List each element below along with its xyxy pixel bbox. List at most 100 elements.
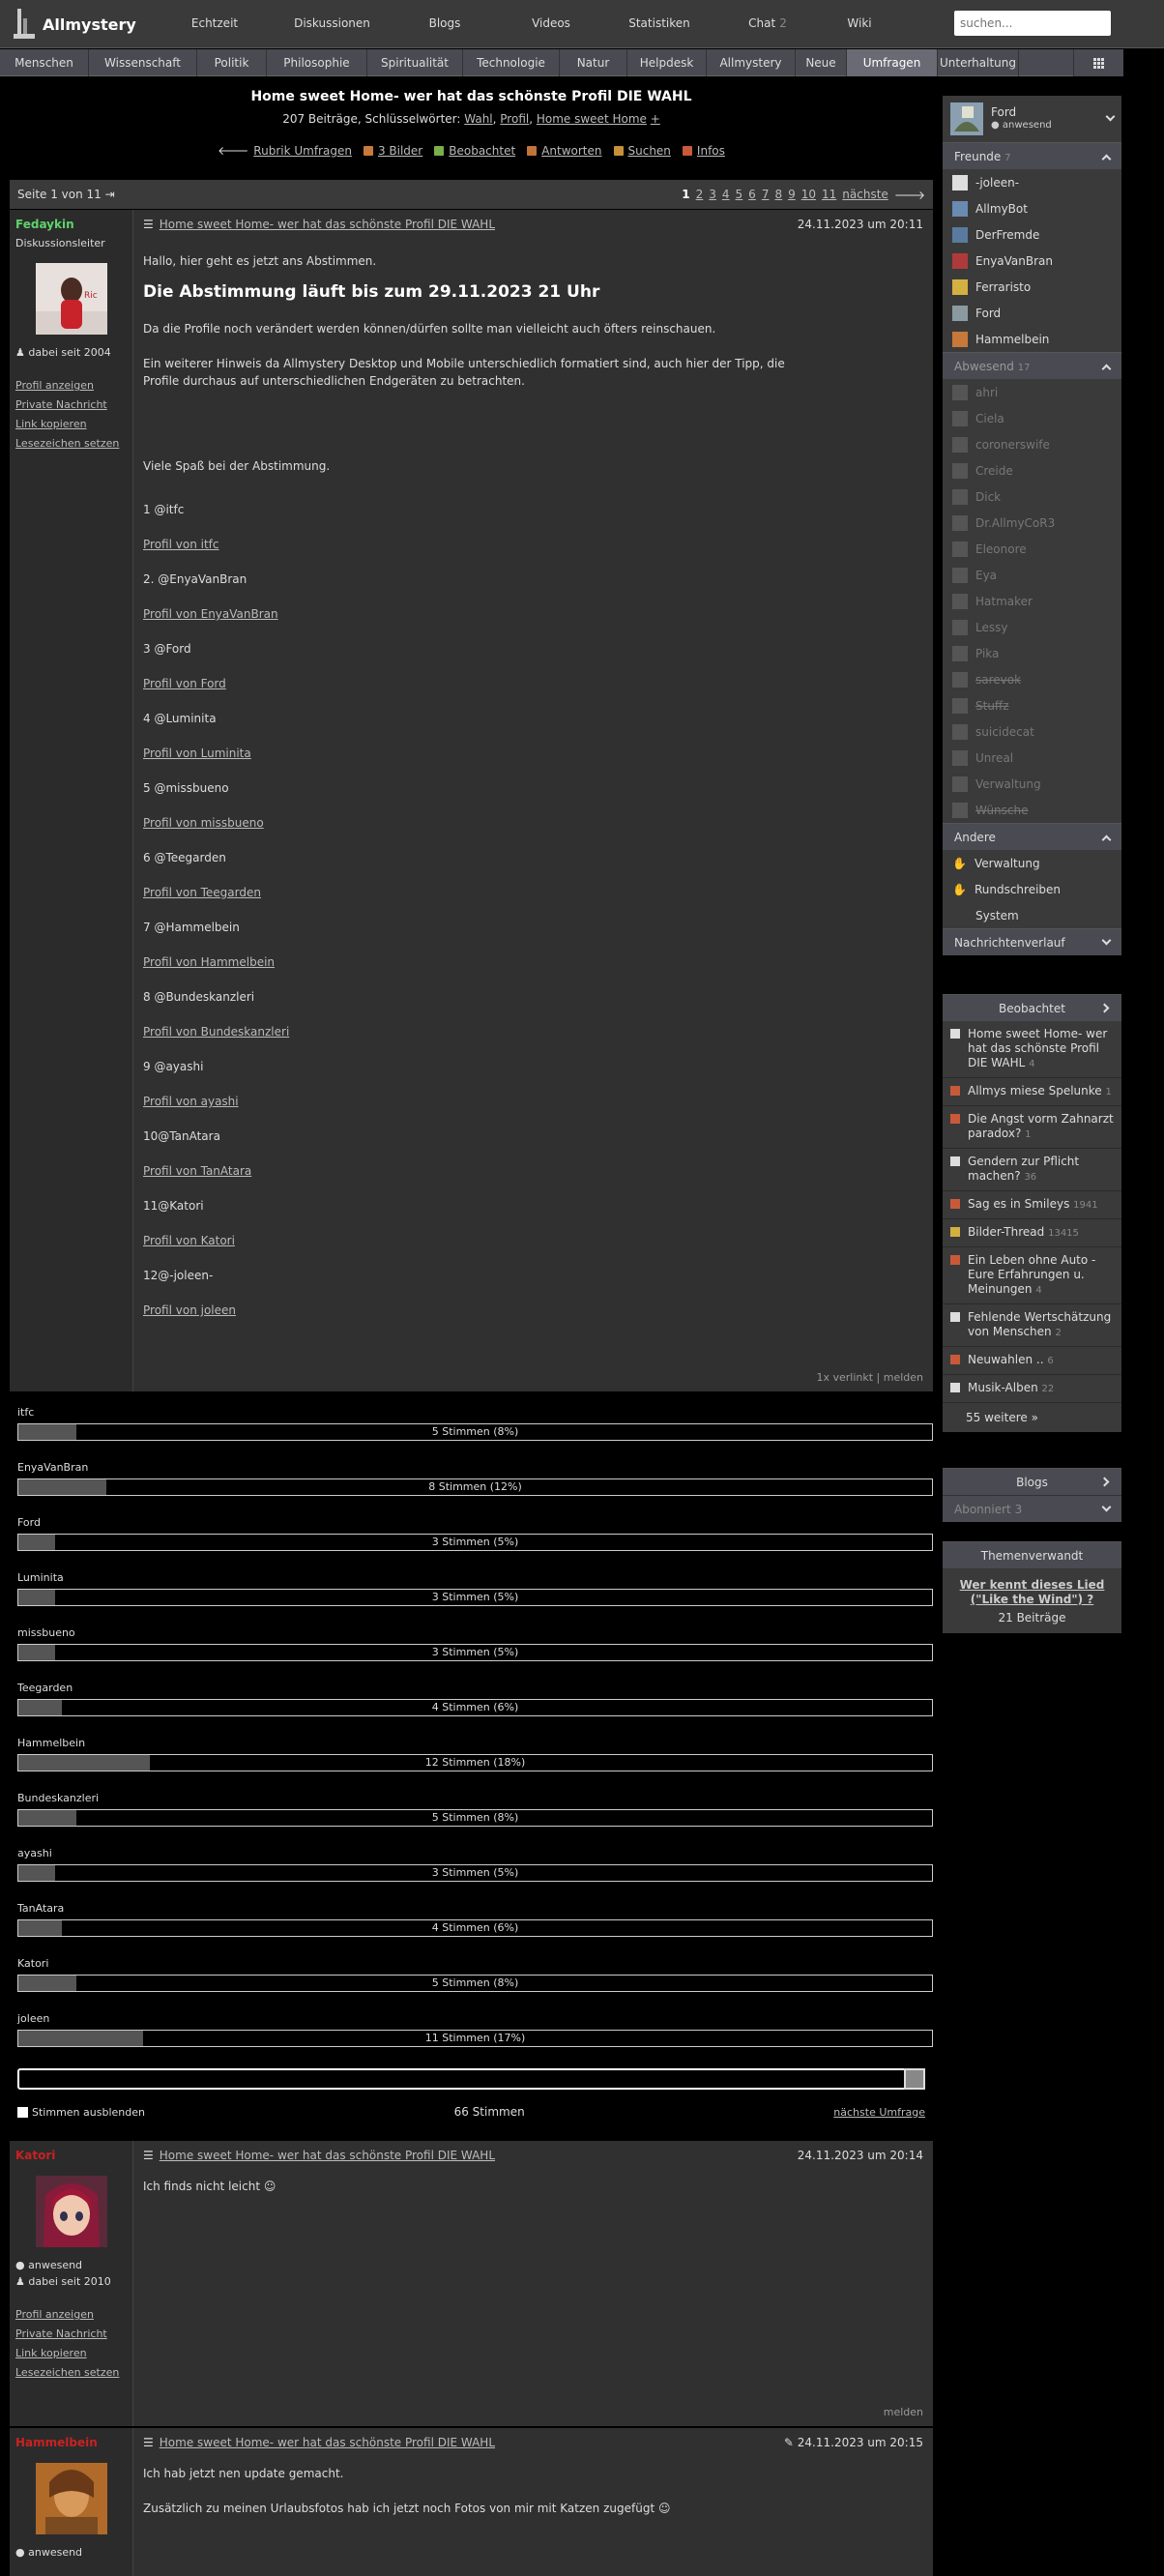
author-avatar[interactable] xyxy=(35,2463,107,2534)
page-10[interactable]: 10 xyxy=(801,188,816,201)
profile-link[interactable]: Profil von Luminita xyxy=(143,745,923,762)
page-11[interactable]: 11 xyxy=(822,188,836,201)
page-1[interactable]: 1 xyxy=(682,188,689,201)
friends-header[interactable]: Freunde 7 xyxy=(943,142,1121,169)
private-message-link[interactable]: Private Nachricht xyxy=(15,398,107,411)
absent-item[interactable]: ahri xyxy=(943,379,1121,405)
friend-item[interactable]: AllmyBot xyxy=(943,195,1121,221)
author-name[interactable]: Fedaykin xyxy=(15,218,127,231)
current-user[interactable]: Ford ● anwesend xyxy=(943,96,1121,142)
watched-item[interactable]: Bilder-Thread 13415 xyxy=(943,1219,1121,1247)
absent-item[interactable]: suicidecat xyxy=(943,718,1121,745)
search-input[interactable] xyxy=(954,11,1111,36)
absent-item[interactable]: Dick xyxy=(943,483,1121,510)
absent-item[interactable]: Hatmaker xyxy=(943,588,1121,614)
absent-item[interactable]: Dr.AllmyCoR3 xyxy=(943,510,1121,536)
nav-wiki[interactable]: Wiki xyxy=(821,16,898,30)
page-6[interactable]: 6 xyxy=(748,188,756,201)
cat-natur[interactable]: Natur xyxy=(560,49,627,76)
nav-echtzeit[interactable]: Echtzeit xyxy=(157,16,273,30)
last-page-icon[interactable]: ⇥ xyxy=(105,188,115,201)
profile-link[interactable]: Profil anzeigen xyxy=(15,379,94,392)
nav-chat[interactable]: Chat 2 xyxy=(714,16,821,30)
absent-item[interactable]: Unreal xyxy=(943,745,1121,771)
profile-link[interactable]: Profil von Hammelbein xyxy=(143,953,923,971)
link-rubrik[interactable]: 🡐 Rubrik Umfragen xyxy=(218,143,352,159)
link-bilder[interactable]: 3 Bilder xyxy=(363,143,422,158)
more-watched-link[interactable]: 55 weitere » xyxy=(943,1403,1121,1432)
bookmark-link[interactable]: Lesezeichen setzen xyxy=(15,2366,119,2379)
page-9[interactable]: 9 xyxy=(788,188,796,201)
subscribed-header[interactable]: Abonniert 3 xyxy=(943,1495,1121,1522)
profile-link[interactable]: Profil von Ford xyxy=(143,675,923,692)
profile-link[interactable]: Profil von TanAtara xyxy=(143,1162,923,1180)
absent-item[interactable]: Lessy xyxy=(943,614,1121,640)
cat-politik[interactable]: Politik xyxy=(197,49,267,76)
arrow-right-icon[interactable]: 🡒 xyxy=(894,188,925,202)
next-poll-link[interactable]: nächste Umfrage xyxy=(833,2106,925,2119)
logo[interactable]: Allmystery xyxy=(14,9,136,40)
profile-link[interactable]: Profil von Katori xyxy=(143,1232,923,1249)
copy-link[interactable]: Link kopieren xyxy=(15,418,87,430)
absent-item[interactable]: Eleonore xyxy=(943,536,1121,562)
cat-philosophie[interactable]: Philosophie xyxy=(267,49,367,76)
other-item[interactable]: System xyxy=(943,902,1121,928)
watched-item[interactable]: Fehlende Wertschätzung von Menschen 2 xyxy=(943,1304,1121,1347)
absent-item[interactable]: Wünsche xyxy=(943,797,1121,823)
cat-helpdesk[interactable]: Helpdesk xyxy=(627,49,707,76)
nav-diskussionen[interactable]: Diskussionen xyxy=(273,16,392,30)
post-title-link[interactable]: Home sweet Home- wer hat das schönste Pr… xyxy=(160,2149,495,2162)
friend-item[interactable]: -joleen- xyxy=(943,169,1121,195)
other-item[interactable]: ✋ Verwaltung xyxy=(943,850,1121,876)
post-title-link[interactable]: Home sweet Home- wer hat das schönste Pr… xyxy=(160,2436,495,2449)
bookmark-link[interactable]: Lesezeichen setzen xyxy=(15,437,119,450)
watched-item[interactable]: Allmys miese Spelunke 1 xyxy=(943,1078,1121,1106)
cat-wissenschaft[interactable]: Wissenschaft xyxy=(89,49,197,76)
history-header[interactable]: Nachrichtenverlauf xyxy=(943,928,1121,955)
keywords-more-link[interactable]: + xyxy=(651,112,660,126)
profile-link[interactable]: Profil von itfc xyxy=(143,536,923,553)
cat-neue[interactable]: Neue xyxy=(796,49,847,76)
copy-link[interactable]: Link kopieren xyxy=(15,2347,87,2359)
absent-item[interactable]: coronerswife xyxy=(943,431,1121,457)
absent-item[interactable]: Pika xyxy=(943,640,1121,666)
other-item[interactable]: ✋ Rundschreiben xyxy=(943,876,1121,902)
watched-item[interactable]: Gendern zur Pflicht machen? 36 xyxy=(943,1149,1121,1191)
friend-item[interactable]: EnyaVanBran xyxy=(943,248,1121,274)
link-beobachtet[interactable]: Beobachtet xyxy=(434,143,515,158)
author-name[interactable]: Katori xyxy=(15,2149,127,2162)
keyword-link[interactable]: Wahl xyxy=(464,112,492,126)
watched-item[interactable]: Musik-Alben 22 xyxy=(943,1375,1121,1403)
checkbox[interactable] xyxy=(17,2106,28,2118)
nav-statistiken[interactable]: Statistiken xyxy=(604,16,714,30)
page-2[interactable]: 2 xyxy=(696,188,704,201)
friend-item[interactable]: Hammelbein xyxy=(943,326,1121,352)
absent-item[interactable]: sarevok xyxy=(943,666,1121,692)
private-message-link[interactable]: Private Nachricht xyxy=(15,2327,107,2340)
next-page-link[interactable]: nächste xyxy=(842,188,888,201)
apps-menu-button[interactable] xyxy=(1073,49,1123,76)
link-suchen[interactable]: Suchen xyxy=(613,143,671,158)
watched-item[interactable]: Home sweet Home- wer hat das schönste Pr… xyxy=(943,1021,1121,1078)
profile-link[interactable]: Profil von missbueno xyxy=(143,814,923,832)
profile-link[interactable]: Profil von ayashi xyxy=(143,1093,923,1110)
watched-item[interactable]: Sag es in Smileys 1941 xyxy=(943,1191,1121,1219)
page-3[interactable]: 3 xyxy=(709,188,716,201)
absent-item[interactable]: Creide xyxy=(943,457,1121,483)
link-infos[interactable]: Infos xyxy=(682,143,725,158)
absent-item[interactable]: Verwaltung xyxy=(943,771,1121,797)
cat-technologie[interactable]: Technologie xyxy=(463,49,560,76)
post-title-link[interactable]: Home sweet Home- wer hat das schönste Pr… xyxy=(160,218,495,231)
profile-link[interactable]: Profil von Bundeskanzleri xyxy=(143,1023,923,1040)
nav-videos[interactable]: Videos xyxy=(498,16,604,30)
absent-header[interactable]: Abwesend 17 xyxy=(943,352,1121,379)
other-header[interactable]: Andere xyxy=(943,823,1121,850)
author-name[interactable]: Hammelbein xyxy=(15,2436,127,2449)
cat-unterhaltung[interactable]: Unterhaltung xyxy=(938,49,1019,76)
watched-header[interactable]: Beobachtet xyxy=(943,994,1121,1021)
nav-blogs[interactable]: Blogs xyxy=(392,16,498,30)
author-avatar[interactable] xyxy=(35,2176,107,2247)
absent-item[interactable]: Eya xyxy=(943,562,1121,588)
page-5[interactable]: 5 xyxy=(736,188,743,201)
blogs-header[interactable]: Blogs xyxy=(943,1468,1121,1495)
